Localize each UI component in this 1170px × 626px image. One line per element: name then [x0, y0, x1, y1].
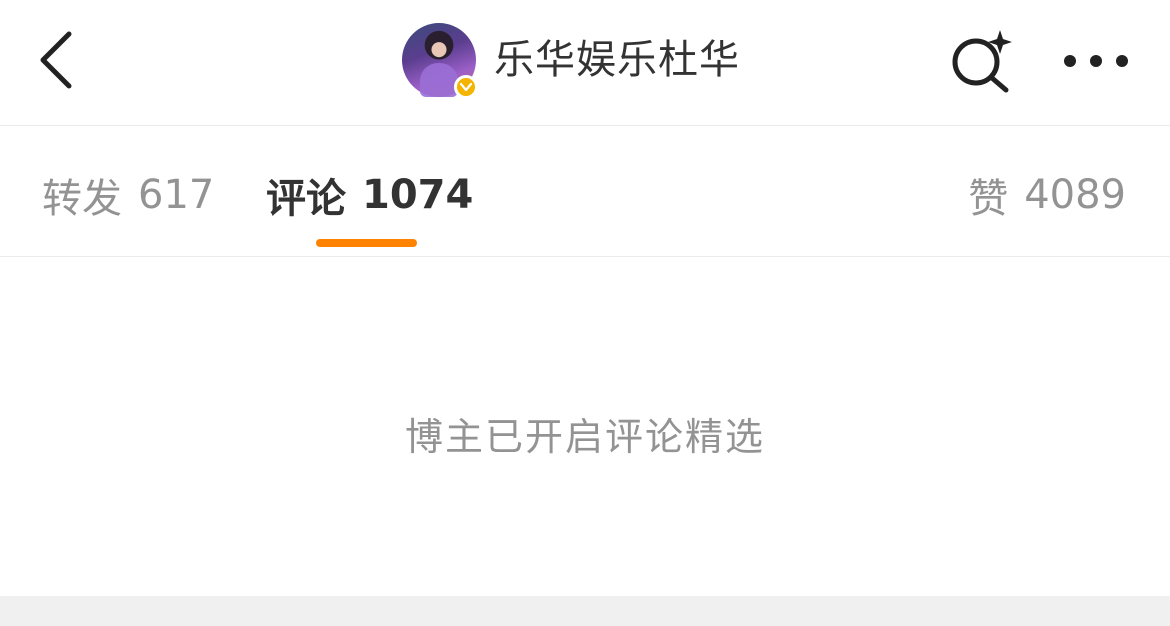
avatar-figure: [420, 63, 458, 97]
top-nav-bar: 乐华娱乐杜华: [0, 0, 1170, 126]
chevron-left-icon: [40, 31, 72, 89]
tab-reposts-count: 617: [138, 172, 215, 218]
tab-likes[interactable]: 赞 4089: [968, 167, 1126, 223]
author-profile[interactable]: 乐华娱乐杜华: [402, 22, 740, 99]
search-button[interactable]: [944, 24, 1018, 98]
back-button[interactable]: [22, 22, 92, 98]
featured-comments-notice: 博主已开启评论精选: [404, 415, 765, 459]
active-tab-indicator: [316, 239, 417, 247]
author-name[interactable]: 乐华娱乐杜华: [494, 40, 740, 80]
verified-badge-icon: [454, 75, 478, 99]
tab-likes-count: 4089: [1024, 172, 1126, 218]
tab-likes-label: 赞: [968, 176, 1009, 222]
tab-comments[interactable]: 评论 1074: [266, 167, 473, 223]
search-sparkle-icon: [952, 30, 1012, 93]
tab-comments-label: 评论: [266, 176, 346, 222]
tab-reposts[interactable]: 转发 617: [42, 167, 214, 223]
more-options-button[interactable]: [1054, 24, 1138, 98]
comments-page: 乐华娱乐杜华 转发 617 评论 1074 赞 4089 博主已开启评论精选: [0, 0, 1170, 626]
more-horizontal-icon: [1064, 55, 1128, 67]
bottom-divider-band: [0, 596, 1170, 626]
tab-bar: 转发 617 评论 1074 赞 4089: [0, 127, 1170, 257]
tab-comments-count: 1074: [362, 172, 474, 218]
tab-reposts-label: 转发: [42, 176, 122, 222]
comments-content: 博主已开启评论精选: [0, 258, 1170, 596]
avatar[interactable]: [402, 23, 478, 99]
